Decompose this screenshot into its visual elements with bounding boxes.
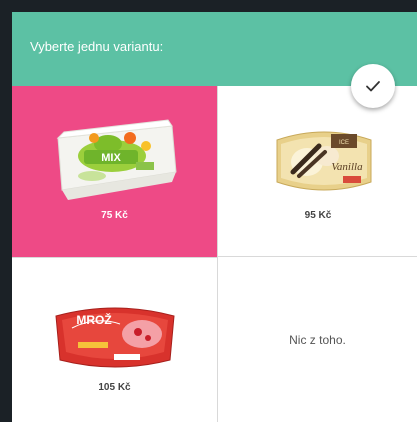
option-price: 95 Kč (304, 210, 332, 221)
mrož-ice-cream-tub-image: MROŽ (55, 307, 175, 368)
option-mix-selected[interactable]: MIX 75 Kč (12, 86, 217, 257)
dialog-title: Vyberte jednu variantu: (30, 39, 164, 54)
svg-text:MIX: MIX (101, 152, 121, 164)
confirm-button[interactable] (351, 64, 395, 108)
option-vanilla[interactable]: ICE Vanilla 95 Kč (217, 86, 417, 257)
svg-text:Vanilla: Vanilla (331, 161, 363, 173)
vanilla-ice-cream-box-image: ICE Vanilla (276, 131, 372, 191)
option-price: 75 Kč (101, 210, 128, 221)
mix-ice-cream-tub-image: MIX (56, 119, 177, 200)
variant-picker-dialog: Vyberte jednu variantu: MIX 75 Kč ICE Va… (12, 12, 417, 422)
option-none[interactable]: Nic z toho. (217, 257, 417, 422)
option-mroz[interactable]: MROŽ 105 Kč (12, 257, 217, 422)
option-none-label: Nic z toho. (289, 332, 346, 347)
option-price: 105 Kč (98, 382, 131, 393)
svg-text:ICE: ICE (339, 140, 349, 146)
options-grid: MIX 75 Kč ICE Vanilla 95 Kč MROŽ 105 Kč … (12, 86, 417, 422)
check-icon (366, 81, 380, 92)
svg-text:MROŽ: MROŽ (76, 312, 111, 327)
window-frame (0, 0, 12, 422)
